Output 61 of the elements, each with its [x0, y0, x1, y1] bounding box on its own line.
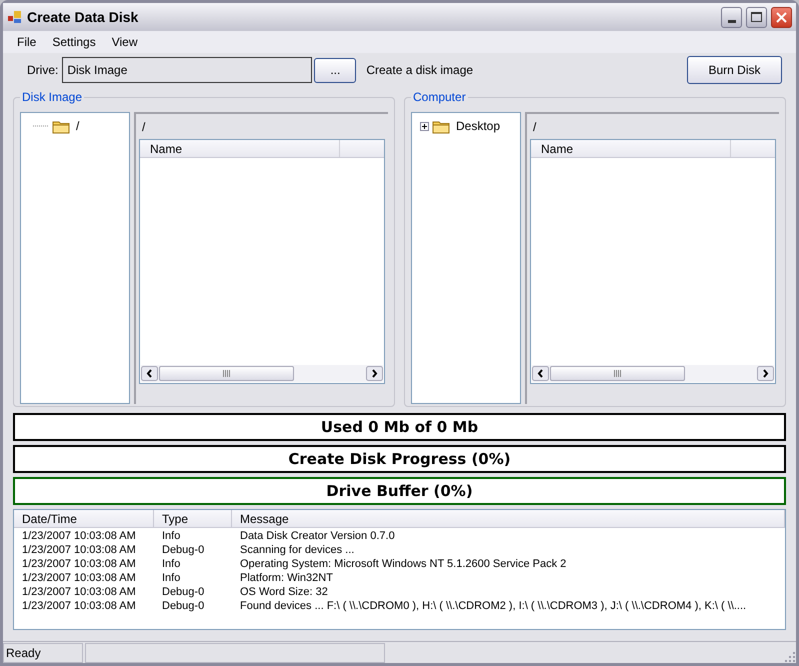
table-cell-text: 1/23/2007 10:03:08 AM: [21, 571, 137, 585]
horizontal-scrollbar[interactable]: [532, 365, 774, 382]
table-cell-text: Debug-0: [161, 585, 206, 599]
table-cell-text: 1/23/2007 10:03:08 AM: [21, 543, 137, 557]
close-button[interactable]: [771, 6, 792, 28]
resize-grip-icon[interactable]: [784, 651, 796, 663]
close-icon: [776, 12, 787, 22]
table-cell-text: 1/23/2007 10:03:08 AM: [21, 599, 137, 613]
scroll-right-icon[interactable]: [757, 366, 774, 381]
column-header[interactable]: Date/Time: [14, 510, 154, 527]
minimize-icon: [728, 20, 736, 22]
table-cell-text: OS Word Size: 32: [239, 585, 329, 599]
grip-icon: [614, 370, 621, 377]
scroll-left-icon[interactable]: [532, 366, 549, 381]
horizontal-scrollbar[interactable]: [141, 365, 383, 382]
group-title: Computer: [411, 90, 468, 104]
table-cell-text: Operating System: Microsoft Windows NT 5.1.2600 Service Pack 2: [239, 557, 568, 571]
minimize-button[interactable]: [721, 6, 742, 28]
progress-label: Used 0 Mb of 0 Mb: [320, 416, 478, 438]
table-cell-text: 1/23/2007 10:03:08 AM: [21, 557, 137, 571]
table-cell-text: Debug-0: [161, 543, 206, 557]
table-cell-text: Info: [161, 529, 182, 543]
table-cell-text: Debug-0: [161, 599, 206, 613]
table-cell-text: 1/23/2007 10:03:08 AM: [21, 529, 137, 543]
drive-label: Drive:: [27, 62, 58, 79]
table-cell-text: Platform: Win32NT: [239, 571, 334, 585]
maximize-icon: [751, 12, 762, 22]
group-title: Disk Image: [20, 90, 84, 104]
scroll-thumb[interactable]: [159, 366, 294, 381]
progress-label: Drive Buffer (0%): [326, 480, 473, 502]
drive-field[interactable]: Disk Image: [62, 57, 312, 83]
maximize-button[interactable]: [746, 6, 767, 28]
table-cell-text: Info: [161, 557, 182, 571]
path-label: /: [141, 119, 146, 136]
expand-icon[interactable]: [420, 122, 429, 130]
menu-item[interactable]: Settings: [46, 33, 102, 51]
grip-icon: [223, 370, 230, 377]
folder-icon: [432, 118, 450, 134]
column-header[interactable]: Type: [154, 510, 232, 527]
column-header[interactable]: Message: [232, 510, 785, 527]
window-title: Create Data Disk: [27, 8, 140, 26]
table-cell-text: Found devices ... F:\ ( \\.\CDROM0 ), H:\ ( \\.\CDROM2 ), I:\ ( \\.\CDROM3 ), J:\ ( \\.\CDROM4 ), K:\ ( \\....: [239, 599, 748, 613]
burn-disk-button[interactable]: Burn Disk: [687, 56, 782, 84]
scroll-right-icon[interactable]: [366, 366, 383, 381]
browse-button[interactable]: ...: [314, 58, 356, 82]
menu-item[interactable]: View: [106, 33, 144, 51]
table-cell-text: Scanning for devices ...: [239, 543, 356, 557]
hint-text: Create a disk image: [366, 62, 474, 79]
progress-label: Create Disk Progress (0%): [288, 448, 511, 470]
path-label: /: [532, 119, 536, 136]
scroll-thumb[interactable]: [550, 366, 685, 381]
tree-item[interactable]: Desktop: [456, 117, 500, 135]
tree-item[interactable]: /: [76, 117, 80, 135]
table-cell-text: 1/23/2007 10:03:08 AM: [21, 585, 137, 599]
status-text: Ready: [3, 643, 83, 663]
menu-item[interactable]: File: [11, 33, 42, 51]
table-cell-text: Info: [161, 571, 182, 585]
table-cell-text: Data Disk Creator Version 0.7.0: [239, 529, 396, 543]
app-icon: [7, 9, 23, 25]
scroll-left-icon[interactable]: [141, 366, 158, 381]
folder-icon: [52, 118, 70, 134]
